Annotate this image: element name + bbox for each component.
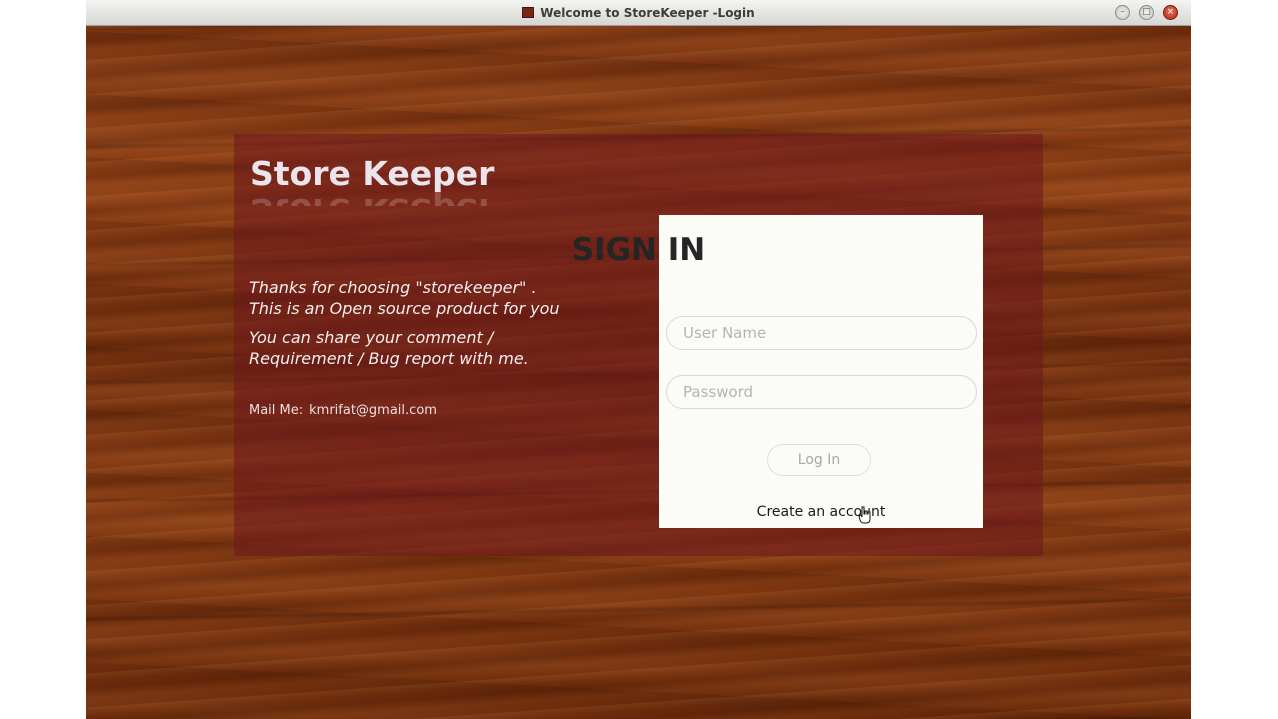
signin-title: SIGN IN	[571, 232, 706, 268]
title-bar[interactable]: Welcome to StoreKeeper -Login – □ ×	[86, 0, 1191, 26]
share-line-2: Requirement / Bug report with me.	[249, 349, 529, 368]
intro-line-2: This is an Open source product for you	[249, 299, 560, 318]
username-input[interactable]	[666, 316, 977, 350]
mail-label: Mail Me:	[249, 403, 304, 418]
create-account-link[interactable]: Create an account	[659, 503, 983, 521]
hand-cursor-icon	[858, 506, 871, 524]
maximize-icon[interactable]: □	[1139, 5, 1154, 20]
contact-mail: Mail Me: kmrifat@gmail.com	[249, 403, 437, 418]
app-window: Welcome to StoreKeeper -Login – □ × Stor…	[86, 0, 1191, 719]
password-input[interactable]	[666, 375, 977, 409]
close-icon[interactable]: ×	[1163, 5, 1178, 20]
intro-paragraph: Thanks for choosing "storekeeper" . This …	[249, 277, 629, 319]
login-button[interactable]: Log In	[767, 444, 871, 476]
minimize-icon[interactable]: –	[1115, 5, 1130, 20]
brand-title: Store Keeper	[250, 154, 495, 193]
intro-text: Thanks for choosing "storekeeper" . This …	[249, 277, 629, 369]
mail-address[interactable]: kmrifat@gmail.com	[309, 403, 437, 418]
share-line-1: You can share your comment /	[249, 328, 494, 347]
share-paragraph: You can share your comment / Requirement …	[249, 327, 629, 369]
storekeeper-app-icon	[522, 7, 535, 18]
window-title-wrap: Welcome to StoreKeeper -Login	[86, 5, 1191, 21]
intro-line-1: Thanks for choosing "storekeeper" .	[249, 278, 537, 297]
window-title: Welcome to StoreKeeper -Login	[540, 6, 755, 20]
